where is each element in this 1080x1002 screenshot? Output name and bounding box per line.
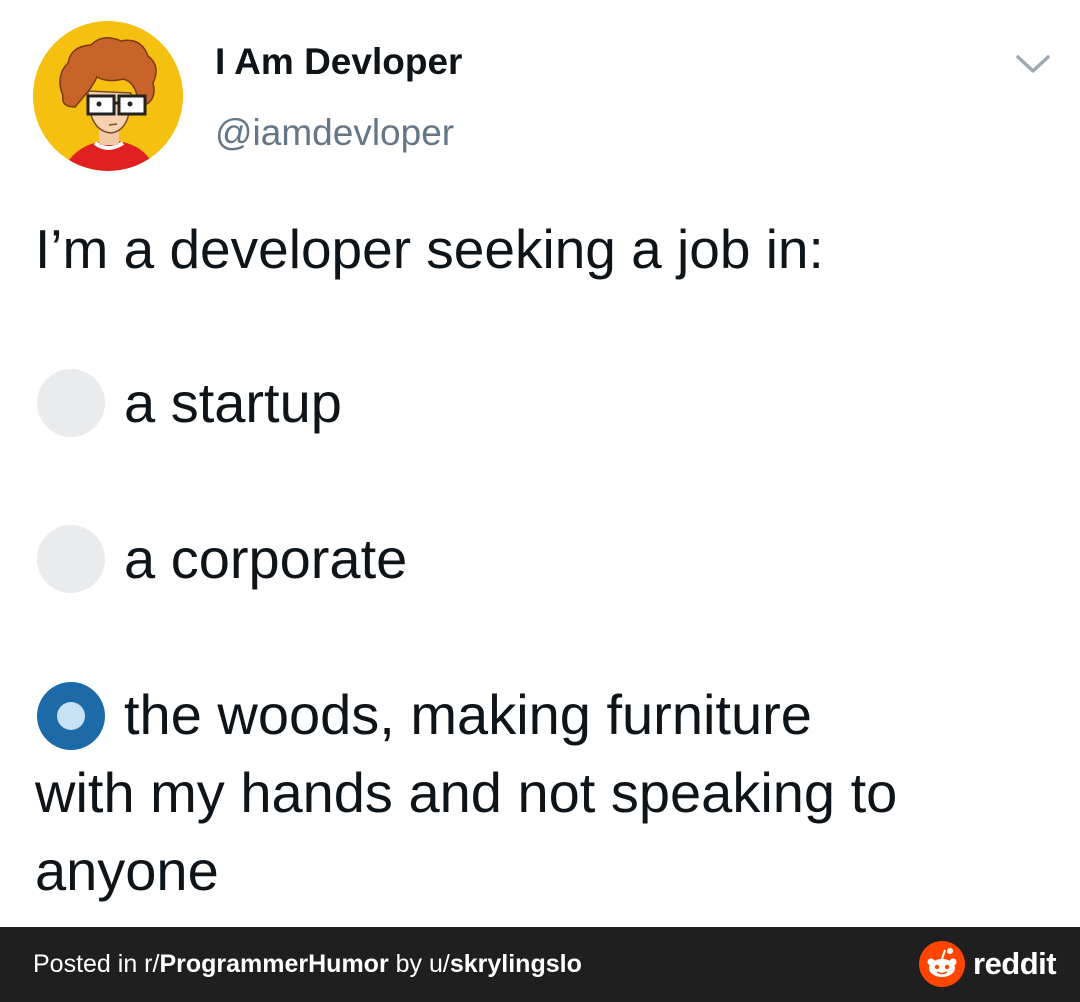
subreddit-link[interactable]: ProgrammerHumor: [159, 950, 388, 978]
tweet-menu-button[interactable]: [1014, 52, 1052, 76]
poll-option-radio[interactable]: [37, 525, 105, 593]
reddit-footer-bar: Posted in r/ProgrammerHumor by u/skrylin…: [0, 927, 1080, 1002]
poll-option-label[interactable]: a startup: [124, 364, 342, 442]
poll-option-radio[interactable]: [37, 369, 105, 437]
tweet-text: I’m a developer seeking a job in:: [35, 218, 824, 280]
attribution-prefix: Posted in r/: [33, 950, 160, 978]
tweet-screenshot: I Am Devloper @iamdevloper I’m a develop…: [0, 0, 1080, 1002]
poll-option-radio-selected[interactable]: [37, 682, 105, 750]
display-name[interactable]: I Am Devloper: [215, 41, 462, 83]
poll-option-label-continued[interactable]: with my hands and not speaking to anyone: [35, 754, 1045, 910]
poll-option-label[interactable]: a corporate: [124, 520, 407, 598]
poll-option-label[interactable]: the woods, making furniture: [124, 676, 812, 754]
chevron-down-icon: [1016, 55, 1050, 73]
attribution-by: by u/: [388, 950, 450, 978]
reddit-brand[interactable]: reddit: [919, 941, 1057, 987]
user-handle[interactable]: @iamdevloper: [215, 112, 454, 154]
cartoon-developer-avatar-icon: [33, 21, 183, 171]
post-attribution: Posted in r/ProgrammerHumor by u/skrylin…: [33, 950, 582, 979]
user-link[interactable]: skrylingslo: [450, 950, 582, 978]
avatar[interactable]: [33, 21, 183, 171]
reddit-wordmark: reddit: [973, 946, 1057, 981]
reddit-logo-icon: [919, 941, 965, 987]
